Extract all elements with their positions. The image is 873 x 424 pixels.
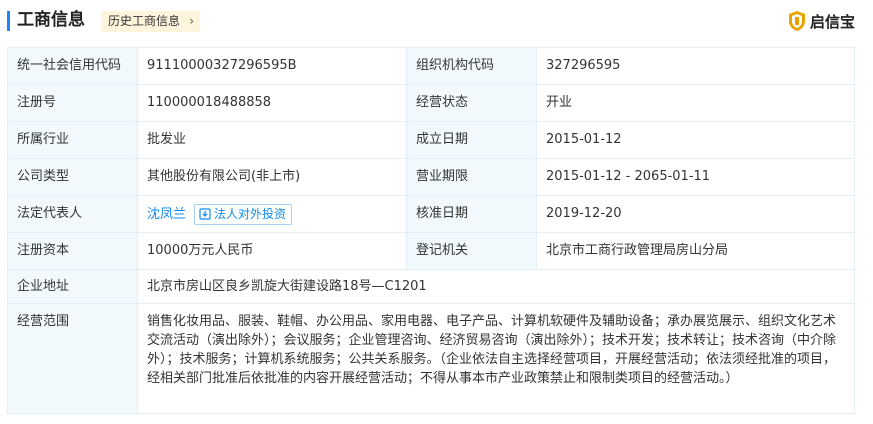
shield-logo-icon	[788, 11, 805, 31]
table-row: 经营范围 销售化妆用品、服装、鞋帽、办公用品、家用电器、电子产品、计算机软硬件及…	[7, 303, 855, 414]
section-title: 工商信息	[17, 10, 85, 30]
status-label: 经营状态	[406, 84, 537, 122]
brand-logo: 启信宝	[788, 8, 855, 34]
table-row: 企业地址 北京市房山区良乡凯旋大街建设路18号—C1201	[7, 269, 855, 304]
industry-label: 所属行业	[7, 121, 138, 159]
authority-label: 登记机关	[406, 232, 537, 270]
scope-value: 销售化妆用品、服装、鞋帽、办公用品、家用电器、电子产品、计算机软硬件及辅助设备；…	[137, 303, 855, 414]
section-header: 工商信息 历史工商信息 › 启信宝	[0, 0, 873, 44]
table-row: 公司类型 其他股份有限公司(非上市) 营业期限 2015-01-12 - 206…	[7, 158, 855, 196]
title-accent-bar	[7, 11, 10, 31]
founded-label: 成立日期	[406, 121, 537, 159]
legal-invest-label: 法人对外投资	[214, 206, 287, 221]
table-row: 统一社会信用代码 91110000327296595B 组织机构代码 32729…	[7, 47, 855, 85]
legal-rep-label: 法定代表人	[7, 195, 138, 233]
credit-code-label: 统一社会信用代码	[7, 47, 138, 85]
approval-date-label: 核准日期	[406, 195, 537, 233]
status-value: 开业	[536, 84, 855, 122]
export-box-icon	[199, 207, 211, 220]
address-value: 北京市房山区良乡凯旋大街建设路18号—C1201	[137, 269, 855, 304]
table-row: 注册号 110000018488858 经营状态 开业	[7, 84, 855, 122]
chevron-right-icon: ›	[189, 14, 195, 28]
capital-value: 10000万元人民币	[137, 232, 407, 270]
history-info-label: 历史工商信息	[108, 14, 181, 28]
org-code-label: 组织机构代码	[406, 47, 537, 85]
company-type-value: 其他股份有限公司(非上市)	[137, 158, 407, 196]
business-info-table: 统一社会信用代码 91110000327296595B 组织机构代码 32729…	[7, 47, 855, 414]
table-row: 注册资本 10000万元人民币 登记机关 北京市工商行政管理局房山分局	[7, 232, 855, 270]
reg-no-label: 注册号	[7, 84, 138, 122]
capital-label: 注册资本	[7, 232, 138, 270]
approval-date-value: 2019-12-20	[536, 195, 855, 233]
org-code-value: 327296595	[536, 47, 855, 85]
founded-value: 2015-01-12	[536, 121, 855, 159]
credit-code-value: 91110000327296595B	[137, 47, 407, 85]
table-row: 所属行业 批发业 成立日期 2015-01-12	[7, 121, 855, 159]
history-info-link[interactable]: 历史工商信息 ›	[101, 11, 201, 32]
term-value: 2015-01-12 - 2065-01-11	[536, 158, 855, 196]
legal-rep-cell: 沈凤兰 法人对外投资	[137, 195, 407, 233]
authority-value: 北京市工商行政管理局房山分局	[536, 232, 855, 270]
reg-no-value: 110000018488858	[137, 84, 407, 122]
industry-value: 批发业	[137, 121, 407, 159]
company-type-label: 公司类型	[7, 158, 138, 196]
brand-name: 启信宝	[809, 12, 855, 31]
address-label: 企业地址	[7, 269, 138, 304]
term-label: 营业期限	[406, 158, 537, 196]
legal-rep-name-link[interactable]: 沈凤兰	[147, 207, 186, 222]
scope-label: 经营范围	[7, 303, 138, 414]
table-row: 法定代表人 沈凤兰 法人对外投资 核准日期 2019-12-20	[7, 195, 855, 233]
legal-invest-button[interactable]: 法人对外投资	[194, 203, 293, 225]
